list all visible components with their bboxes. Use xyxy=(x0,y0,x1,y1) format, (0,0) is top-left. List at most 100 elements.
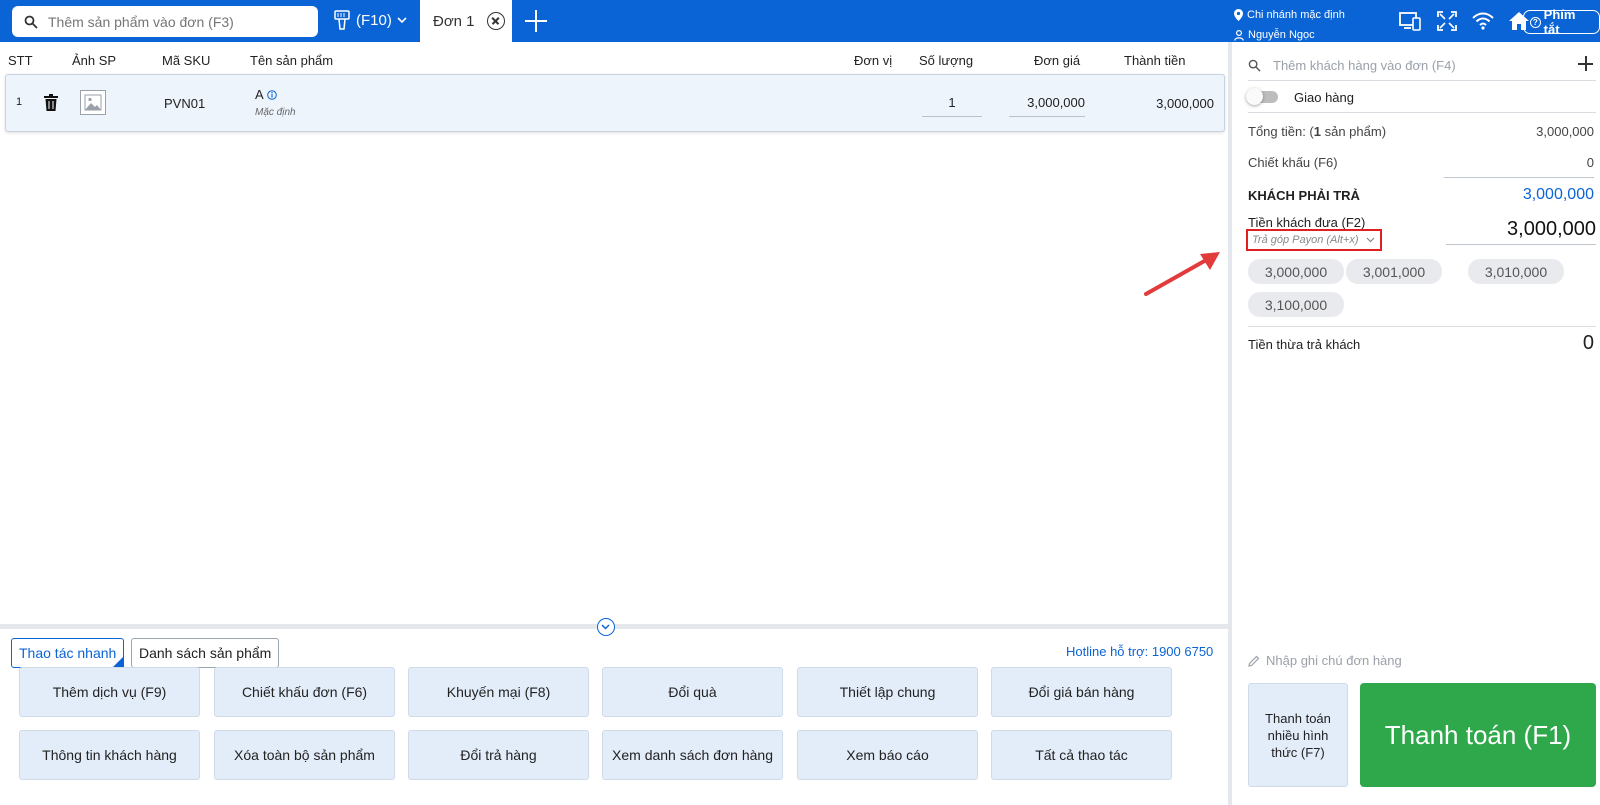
action-add-service[interactable]: Thêm dịch vụ (F9) xyxy=(19,667,200,717)
add-tab-icon[interactable] xyxy=(525,9,549,33)
payment-method-select[interactable]: Trả góp Payon (Alt+x) xyxy=(1246,229,1382,251)
product-search-input[interactable] xyxy=(48,13,298,30)
order-panel: STT Ảnh SP Mã SKU Tên sản phẩm Đơn vị Số… xyxy=(0,42,1230,805)
customer-search[interactable]: Thêm khách hàng vào đơn (F4) xyxy=(1248,58,1456,73)
row-product-name[interactable]: A xyxy=(255,87,264,102)
order-note[interactable]: Nhập ghi chú đơn hàng xyxy=(1248,653,1402,668)
barcode-scanner-icon xyxy=(334,10,350,30)
divider xyxy=(1248,80,1596,81)
add-customer-icon[interactable] xyxy=(1578,56,1594,72)
total-label-suffix: sản phẩm) xyxy=(1321,124,1387,139)
col-image: Ảnh SP xyxy=(72,53,117,68)
multi-pay-label: Thanh toán nhiều hình thức (F7) xyxy=(1265,710,1331,760)
action-general-settings[interactable]: Thiết lập chung xyxy=(797,667,978,717)
divider xyxy=(1248,326,1596,327)
user-icon xyxy=(1234,29,1244,41)
must-pay-label: KHÁCH PHẢI TRẢ xyxy=(1248,188,1360,203)
tab-quick-label: Thao tác nhanh xyxy=(19,645,117,661)
location-pin-icon xyxy=(1234,9,1243,21)
collapse-toggle[interactable] xyxy=(597,618,615,636)
paid-amount-input[interactable]: 3,000,000 xyxy=(1446,218,1596,245)
pencil-icon xyxy=(1248,655,1260,667)
action-gift-exchange[interactable]: Đổi quà xyxy=(602,667,783,717)
action-clear-products[interactable]: Xóa toàn bộ sản phẩm xyxy=(214,730,395,780)
info-icon[interactable] xyxy=(267,90,277,100)
product-search-box[interactable] xyxy=(12,6,318,37)
col-total: Thành tiền xyxy=(1124,53,1186,68)
order-note-placeholder: Nhập ghi chú đơn hàng xyxy=(1266,653,1402,668)
hotline[interactable]: Hotline hỗ trợ: 1900 6750 xyxy=(1066,644,1213,659)
table-row[interactable]: 1 PVN01 A Mặc định 1 3,000,000 3,000,000 xyxy=(5,74,1225,132)
chevron-down-icon xyxy=(1367,237,1375,243)
col-stt: STT xyxy=(8,53,33,68)
wifi-icon[interactable] xyxy=(1470,9,1496,33)
branch-row[interactable]: Chi nhánh mặc định xyxy=(1234,5,1345,25)
quantity-input[interactable]: 1 xyxy=(922,95,982,117)
delivery-toggle[interactable] xyxy=(1246,88,1278,105)
tab-label: Đơn 1 xyxy=(433,12,475,30)
tab-quick-actions[interactable]: Thao tác nhanh xyxy=(11,638,125,668)
branch-info: Chi nhánh mặc định Nguyễn Ngọc xyxy=(1234,5,1345,45)
checkout-panel: Thêm khách hàng vào đơn (F4) Giao hàng T… xyxy=(1232,42,1600,805)
chevron-down-icon xyxy=(601,624,610,630)
delivery-label: Giao hàng xyxy=(1294,90,1354,105)
pay-label: Thanh toán (F1) xyxy=(1384,719,1572,750)
row-total: 3,000,000 xyxy=(1156,96,1214,111)
row-stt: 1 xyxy=(16,96,23,108)
fullscreen-icon[interactable] xyxy=(1434,9,1460,33)
action-promotion[interactable]: Khuyến mại (F8) xyxy=(408,667,589,717)
price-input[interactable]: 3,000,000 xyxy=(1009,95,1085,117)
customer-search-placeholder: Thêm khách hàng vào đơn (F4) xyxy=(1273,58,1456,73)
paid-label: Tiền khách đưa (F2) xyxy=(1248,215,1366,230)
col-name: Tên sản phẩm xyxy=(250,53,334,68)
top-icon-group xyxy=(1398,9,1532,33)
branch-name: Chi nhánh mặc định xyxy=(1247,9,1345,21)
devices-icon[interactable] xyxy=(1398,9,1424,33)
action-return-goods[interactable]: Đổi trả hàng xyxy=(408,730,589,780)
suggestion-chip[interactable]: 3,000,000 xyxy=(1248,259,1344,284)
search-icon xyxy=(24,15,38,29)
chevron-down-icon xyxy=(397,17,407,24)
action-view-report[interactable]: Xem báo cáo xyxy=(797,730,978,780)
discount-input[interactable]: 0 xyxy=(1444,155,1594,178)
action-order-list[interactable]: Xem danh sách đơn hàng xyxy=(602,730,783,780)
divider xyxy=(1248,112,1596,113)
annotation-arrow xyxy=(1144,252,1220,296)
suggestion-chip[interactable]: 3,001,000 xyxy=(1346,259,1442,284)
multi-payment-button[interactable]: Thanh toán nhiều hình thức (F7) xyxy=(1248,683,1348,787)
image-placeholder-icon xyxy=(80,90,106,115)
close-tab-icon[interactable] xyxy=(487,12,505,30)
trash-icon[interactable] xyxy=(44,94,58,111)
discount-label[interactable]: Chiết khấu (F6) xyxy=(1248,155,1338,170)
table-header: STT Ảnh SP Mã SKU Tên sản phẩm Đơn vị Số… xyxy=(0,42,1230,74)
col-qty: Số lượng xyxy=(919,53,974,68)
action-change-price[interactable]: Đổi giá bán hàng xyxy=(991,667,1172,717)
action-customer-info[interactable]: Thông tin khách hàng xyxy=(19,730,200,780)
top-bar: (F10) Đơn 1 Chi nhánh mặc định Nguyễn Ng… xyxy=(0,0,1600,42)
tab-products-label: Danh sách sản phẩm xyxy=(139,645,272,661)
change-label: Tiền thừa trả khách xyxy=(1248,337,1361,352)
col-price: Đơn giá xyxy=(1034,53,1081,68)
suggestion-chip[interactable]: 3,010,000 xyxy=(1468,259,1564,284)
total-count: 1 xyxy=(1313,124,1321,139)
total-label-prefix: Tổng tiền: ( xyxy=(1248,124,1314,139)
payment-method-label: Trả góp Payon (Alt+x) xyxy=(1252,234,1359,246)
tab-product-list[interactable]: Danh sách sản phẩm xyxy=(131,638,280,668)
total-label: Tổng tiền: (1 sản phẩm) xyxy=(1248,124,1386,139)
barcode-scan-button[interactable]: (F10) xyxy=(334,10,414,30)
panel-divider[interactable] xyxy=(0,624,1230,629)
must-pay-value: 3,000,000 xyxy=(1522,186,1594,203)
scan-label: (F10) xyxy=(356,11,392,29)
row-sku: PVN01 xyxy=(164,96,206,111)
col-sku: Mã SKU xyxy=(162,53,211,68)
suggestion-chip[interactable]: 3,100,000 xyxy=(1248,292,1344,317)
action-all-actions[interactable]: Tất cả thao tác xyxy=(991,730,1172,780)
search-icon xyxy=(1248,59,1261,72)
shortcut-button[interactable]: ? Phím tắt xyxy=(1523,7,1600,37)
col-unit: Đơn vị xyxy=(854,53,893,68)
help-icon: ? xyxy=(1530,16,1541,28)
pay-button[interactable]: Thanh toán (F1) xyxy=(1360,683,1596,787)
change-value: 0 xyxy=(1582,332,1594,354)
action-order-discount[interactable]: Chiết khấu đơn (F6) xyxy=(214,667,395,717)
row-variant: Mặc định xyxy=(255,107,296,118)
